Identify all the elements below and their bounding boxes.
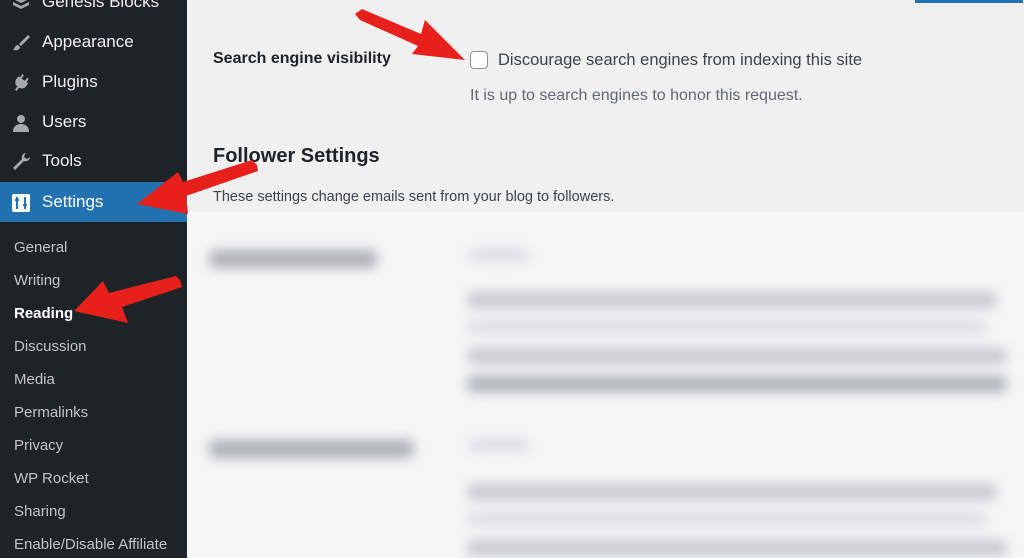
sidebar-item-users[interactable]: Users xyxy=(0,102,187,142)
sidebar-item-label: Tools xyxy=(42,151,82,170)
submenu-item-reading[interactable]: Reading xyxy=(14,305,73,322)
discourage-search-engines-label[interactable]: Discourage search engines from indexing … xyxy=(498,51,862,70)
sidebar-item-label: Appearance xyxy=(42,32,134,51)
submenu-item-enable-disable-affiliate[interactable]: Enable/Disable Affiliate xyxy=(14,536,167,553)
sidebar-item-label: Plugins xyxy=(42,72,98,91)
search-visibility-description: It is up to search engines to honor this… xyxy=(470,87,803,104)
submenu-item-general[interactable]: General xyxy=(14,239,67,256)
user-icon xyxy=(10,112,32,134)
sidebar-item-label: Genesis Blocks xyxy=(42,0,160,11)
submenu-item-wp-rocket[interactable]: WP Rocket xyxy=(14,470,89,487)
wrench-icon xyxy=(10,151,32,173)
sidebar-item-settings[interactable]: Settings xyxy=(0,182,187,222)
link-underline xyxy=(915,0,1023,3)
settings-icon xyxy=(10,192,32,214)
sidebar-item-label: Settings xyxy=(42,192,104,211)
paintbrush-icon xyxy=(10,32,32,54)
follower-settings-description: These settings change emails sent from y… xyxy=(213,189,615,205)
submenu-item-sharing[interactable]: Sharing xyxy=(14,503,66,520)
sidebar-item-genesis-blocks[interactable]: Genesis Blocks xyxy=(0,0,187,22)
sidebar-item-label: Users xyxy=(42,112,87,131)
submenu-item-discussion[interactable]: Discussion xyxy=(14,338,87,355)
sidebar-item-tools[interactable]: Tools xyxy=(0,141,187,181)
blocks-icon xyxy=(10,0,32,14)
search-visibility-label: Search engine visibility xyxy=(213,50,391,67)
follower-settings-title: Follower Settings xyxy=(213,145,380,167)
submenu-item-writing[interactable]: Writing xyxy=(14,272,60,289)
submenu-item-privacy[interactable]: Privacy xyxy=(14,437,63,454)
sidebar-item-plugins[interactable]: Plugins xyxy=(0,62,187,102)
submenu-item-media[interactable]: Media xyxy=(14,371,55,388)
submenu-item-permalinks[interactable]: Permalinks xyxy=(14,404,88,421)
settings-main: Search engine visibility Discourage sear… xyxy=(187,0,1024,558)
sidebar-item-appearance[interactable]: Appearance xyxy=(0,22,187,62)
plug-icon xyxy=(10,72,32,94)
admin-sidebar: Genesis Blocks Appearance Plugins Users … xyxy=(0,0,187,558)
blurred-settings-region xyxy=(187,212,1024,558)
discourage-search-engines-checkbox[interactable] xyxy=(470,51,488,69)
